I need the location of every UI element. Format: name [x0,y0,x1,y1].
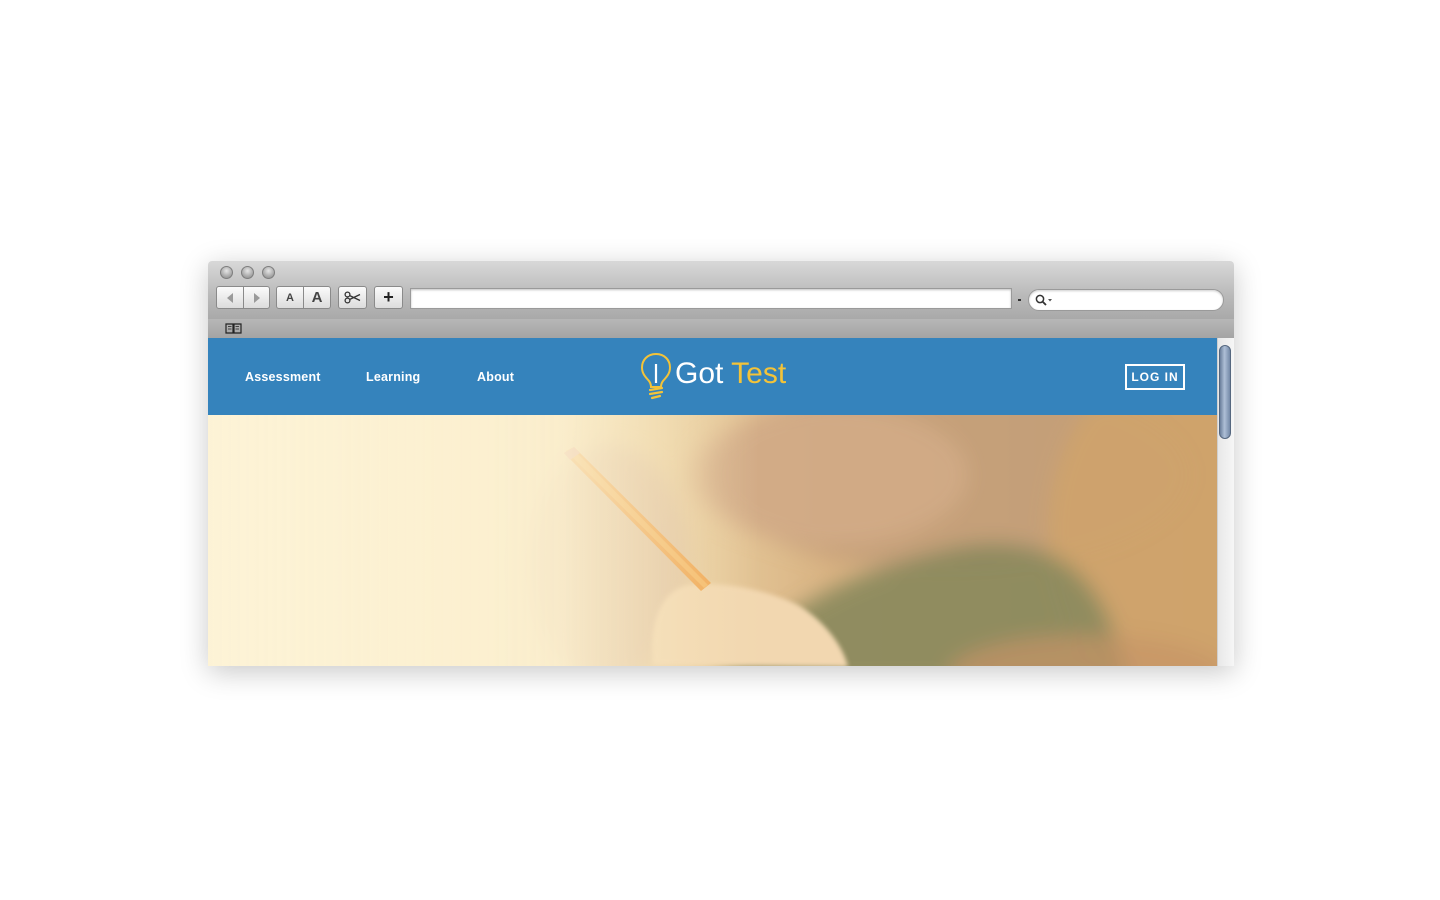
forward-button[interactable] [243,286,270,309]
add-bookmark-button[interactable]: + [374,286,403,309]
page-viewport: Assessment Learning About Got Test LOG I… [208,338,1234,666]
nav-about-link[interactable]: About [477,370,514,384]
scrollbar-thumb[interactable] [1219,345,1231,439]
site-logo[interactable]: Got Test [675,357,786,391]
back-button[interactable] [216,286,244,309]
bookmarks-bar [208,319,1234,339]
nav-learning-link[interactable]: Learning [366,370,420,384]
search-icon [1035,294,1052,306]
address-input[interactable] [410,288,1012,309]
logo-word-test: Test [731,357,787,390]
bookmarks-book-icon[interactable] [225,322,242,334]
minimize-window-button[interactable] [241,266,254,279]
browser-window: A A + Assessment Learning About Got Test… [208,261,1234,666]
back-arrow-icon [227,292,233,303]
text-bigger-button[interactable]: A [303,286,331,309]
zoom-window-button[interactable] [262,266,275,279]
forward-arrow-icon [253,292,260,303]
text-smaller-button[interactable]: A [276,286,304,309]
close-window-button[interactable] [220,266,233,279]
hero-photo-student-writing [208,415,1217,666]
snippet-button[interactable] [338,286,367,309]
lightbulb-logo-icon [640,352,672,400]
logo-word-got: Got [675,357,724,390]
browser-toolbar: A A + [208,261,1234,320]
hero-image [208,415,1217,666]
nav-assessment-link[interactable]: Assessment [245,370,321,384]
login-button[interactable]: LOG IN [1125,364,1185,390]
site-header: Assessment Learning About Got Test LOG I… [208,338,1217,415]
scissors-icon [343,291,360,304]
address-dropdown-icon[interactable] [1018,298,1022,302]
search-input[interactable] [1028,289,1224,311]
